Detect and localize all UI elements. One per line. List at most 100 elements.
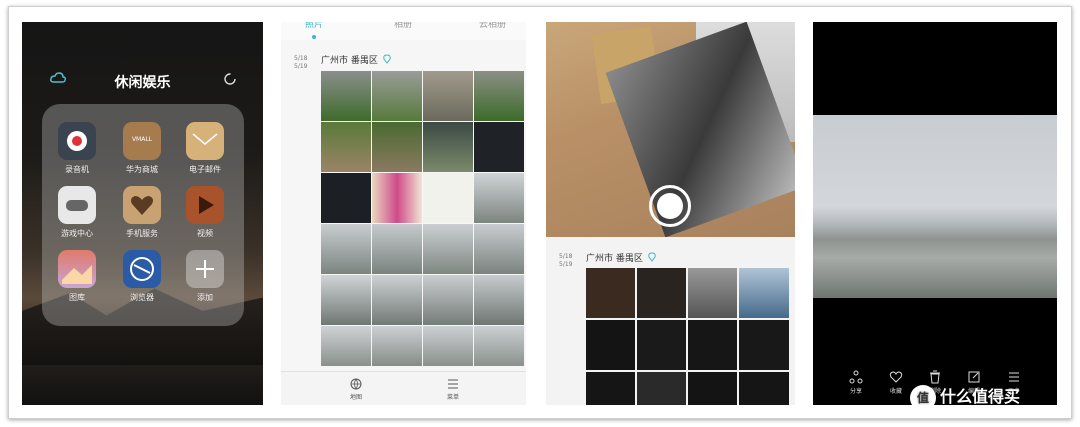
photo-thumbnail[interactable] [321, 71, 371, 121]
app-recorder[interactable]: 录音机 [47, 122, 107, 175]
menu-button[interactable]: 菜单 [433, 378, 473, 401]
photo-thumbnail[interactable] [739, 268, 789, 318]
photo-thumbnail[interactable] [372, 173, 422, 223]
app-browser[interactable]: 浏览器 [112, 250, 172, 303]
city-panorama-photo [813, 115, 1057, 298]
location-pin-icon [383, 54, 391, 64]
photo-thumbnail[interactable] [372, 275, 422, 325]
photo-thumbnail[interactable] [423, 71, 473, 121]
app-label: 视频 [197, 229, 213, 238]
watermark-text: 什么值得买 [940, 387, 1021, 406]
plus-icon [186, 250, 224, 288]
photo-thumbnail[interactable] [739, 320, 789, 370]
globe-icon [350, 378, 362, 390]
photo-thumbnail[interactable] [474, 71, 524, 121]
photo-thumbnail[interactable] [637, 372, 686, 405]
favorite-button[interactable]: 收藏 [881, 370, 911, 395]
app-vmall[interactable]: VMALL 华为商城 [112, 122, 172, 175]
photo-thumbnail[interactable] [372, 224, 422, 274]
video-play-icon [186, 186, 224, 224]
photo-thumbnail[interactable] [739, 372, 789, 405]
shutter-button[interactable] [649, 185, 691, 227]
trash-icon [930, 370, 940, 384]
location-label: 广州市 番禺区 [321, 56, 378, 66]
edit-icon [968, 371, 980, 383]
photo-thumbnail[interactable] [372, 71, 422, 121]
app-label: 录音机 [65, 165, 89, 174]
gallery-bottom-bar: 地图 菜单 [281, 371, 526, 405]
photo-thumbnail[interactable] [688, 320, 737, 370]
photo-thumbnail[interactable] [423, 122, 473, 172]
app-video[interactable]: 视频 [175, 186, 235, 239]
photo-thumbnail[interactable] [586, 320, 635, 370]
photo-thumbnail[interactable] [372, 122, 422, 172]
photo-thumbnail[interactable] [423, 326, 473, 366]
photo-thumbnail[interactable] [423, 173, 473, 223]
photo-thumbnail[interactable] [474, 224, 524, 274]
camera-gallery-screen: 5/18 5/19 广州市 番禺区 [546, 22, 795, 405]
menu-icon [1009, 372, 1019, 382]
gallery-tabs: 照片 相册 云相册 [281, 22, 526, 40]
map-button[interactable]: 地图 [336, 378, 376, 401]
app-label: 图库 [69, 293, 85, 302]
photo-thumbnail[interactable] [321, 224, 371, 274]
tab-albums[interactable]: 相册 [394, 22, 412, 30]
app-email[interactable]: 电子邮件 [175, 122, 235, 175]
date-range: 5/18 5/19 [294, 55, 308, 70]
share-icon [849, 370, 863, 384]
vmall-icon: VMALL [123, 122, 161, 160]
location-label: 广州市 番禺区 [586, 254, 643, 264]
app-gallery[interactable]: 图库 [47, 250, 107, 303]
photo-viewer-screen: 分享 收藏 删除 编辑 更多 [813, 22, 1057, 405]
email-icon [186, 122, 224, 160]
heart-icon [123, 186, 161, 224]
photo-thumbnail[interactable] [586, 268, 635, 318]
share-button[interactable]: 分享 [841, 370, 871, 395]
app-label: 游戏中心 [61, 229, 93, 238]
app-label: 手机服务 [126, 229, 158, 238]
watermark: 值什么值得买 [910, 383, 1020, 411]
date-range: 5/18 5/19 [559, 253, 573, 268]
app-folder: 录音机 VMALL 华为商城 电子邮件 游戏中心 手机服务 视频 图库 浏览器 … [42, 104, 244, 326]
recorder-icon [58, 122, 96, 160]
photo-thumbnail[interactable] [321, 173, 371, 223]
browser-icon [123, 250, 161, 288]
favorite-label: 收藏 [889, 388, 902, 395]
photo-thumbnail[interactable] [423, 224, 473, 274]
photo-thumbnail[interactable] [372, 326, 422, 366]
camera-viewfinder [546, 22, 795, 237]
share-label: 分享 [849, 388, 862, 395]
gallery-icon [58, 250, 96, 288]
app-phone-service[interactable]: 手机服务 [112, 186, 172, 239]
photo-thumbnail[interactable] [321, 326, 371, 366]
gamepad-icon [58, 186, 96, 224]
watermark-logo: 值 [910, 384, 936, 411]
photo-thumbnail[interactable] [321, 122, 371, 172]
photo-thumbnail[interactable] [474, 122, 524, 172]
photo-thumbnail[interactable] [586, 372, 635, 405]
photo-thumbnail[interactable] [688, 372, 737, 405]
photo-thumbnail[interactable] [321, 275, 371, 325]
tab-photos[interactable]: 照片 [305, 22, 323, 30]
photo-thumbnail[interactable] [688, 268, 737, 318]
app-label: 电子邮件 [189, 165, 221, 174]
app-add[interactable]: 添加 [175, 250, 235, 303]
active-tab-indicator [312, 35, 316, 39]
photo-thumbnail[interactable] [423, 275, 473, 325]
photo-thumbnail[interactable] [474, 326, 524, 366]
heart-icon [889, 371, 903, 383]
photo-thumbnail[interactable] [637, 320, 686, 370]
app-label: 浏览器 [130, 293, 154, 302]
photo-thumbnail[interactable] [474, 173, 524, 223]
refresh-icon[interactable] [223, 72, 237, 86]
app-label: 添加 [197, 293, 213, 302]
app-label: 华为商城 [126, 165, 158, 174]
home-folder-screen: 休闲娱乐 录音机 VMALL 华为商城 电子邮件 游戏中心 手机服务 视频 图库… [22, 22, 263, 405]
photo-thumbnail[interactable] [637, 268, 686, 318]
tab-cloud-albums[interactable]: 云相册 [479, 22, 506, 30]
app-game-center[interactable]: 游戏中心 [47, 186, 107, 239]
menu-icon [448, 379, 458, 389]
map-label: 地图 [349, 394, 362, 401]
photo-thumbnail[interactable] [474, 275, 524, 325]
menu-label: 菜单 [446, 394, 459, 401]
